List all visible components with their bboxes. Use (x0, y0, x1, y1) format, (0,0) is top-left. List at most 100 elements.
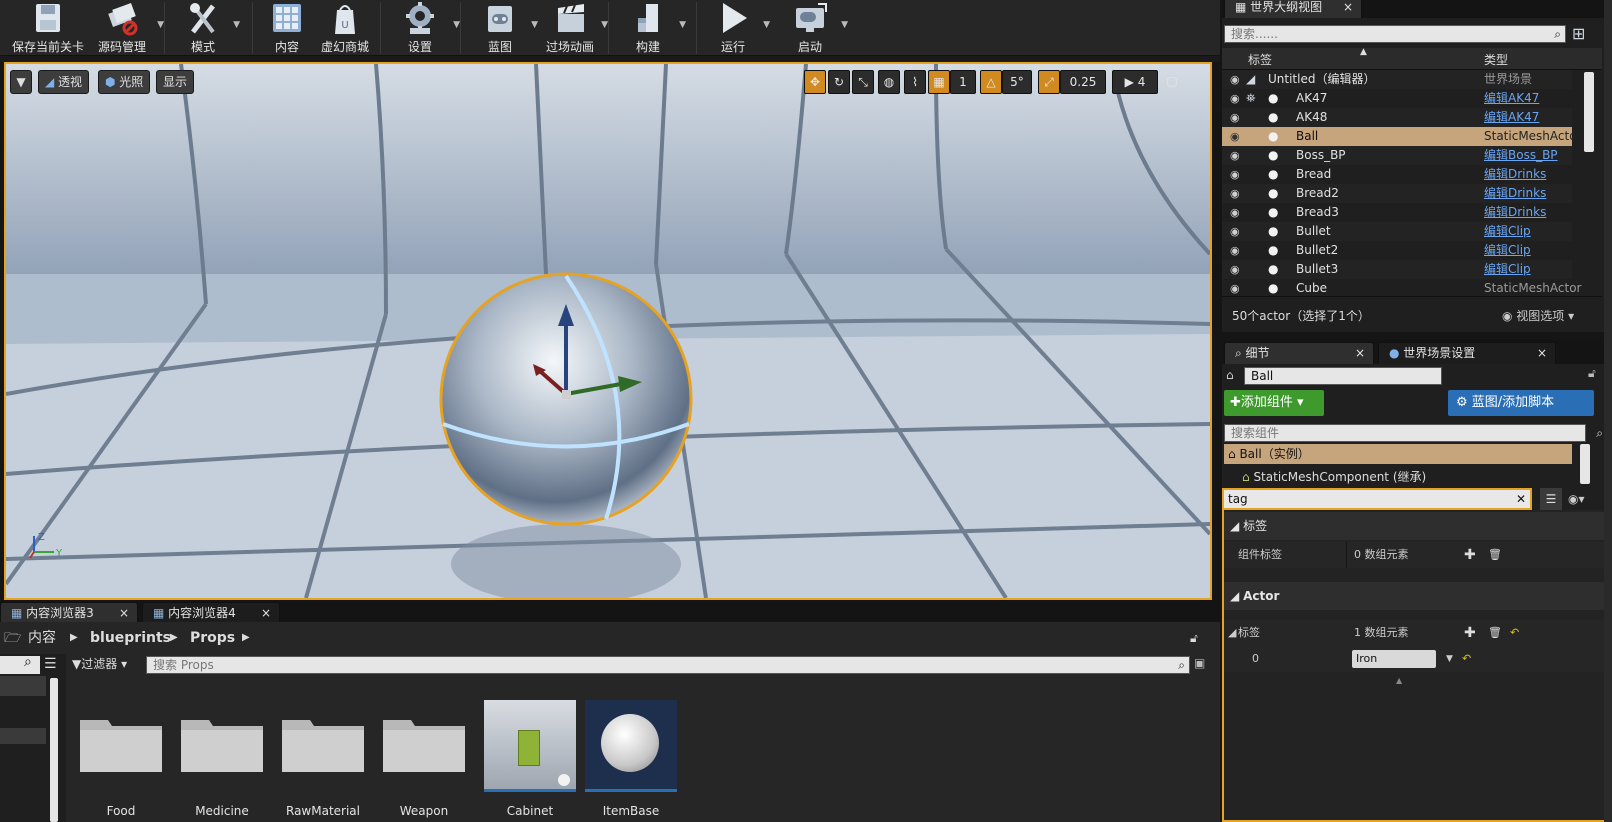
source-control-button[interactable]: 源码管理 ▼ (92, 0, 164, 56)
component-child-row[interactable]: ⌂ StaticMeshComponent (继承) (1242, 468, 1426, 486)
col-type-header[interactable]: 类型 (1484, 51, 1508, 68)
chevron-right-icon[interactable]: ▶ (170, 622, 178, 654)
eye-icon[interactable]: ◉ (1230, 89, 1242, 105)
close-icon[interactable]: × (1343, 0, 1353, 18)
grid-snap-value[interactable]: 1 (950, 70, 976, 94)
chevron-down-icon[interactable]: ▼ (531, 20, 538, 30)
col-label-header[interactable]: 标签 (1248, 51, 1272, 68)
outliner-row[interactable]: ◉ ● Bullet2 编辑Clip (1222, 241, 1572, 260)
edit-blueprint-link[interactable]: 编辑Boss_BP (1484, 146, 1558, 165)
translate-tool-icon[interactable]: ✥ (804, 70, 826, 94)
save-search-icon[interactable]: ▣ (1194, 656, 1205, 670)
list-view-icon[interactable]: ☰ (44, 656, 57, 672)
tab-world-outliner[interactable]: ▦ 世界大纲视图 × (1224, 0, 1362, 18)
maximize-viewport-icon[interactable]: ▢ (1164, 70, 1180, 94)
outliner-scrollbar[interactable] (1584, 72, 1594, 152)
perspective-button[interactable]: ◢ 透视 (38, 70, 90, 94)
edit-blueprint-link[interactable]: 编辑Drinks (1484, 184, 1546, 203)
content-button[interactable]: 内容 (264, 0, 310, 56)
outliner-row[interactable]: ◉ ● Bullet 编辑Clip (1222, 222, 1572, 241)
scale-snap-icon[interactable]: ⤢ (1038, 70, 1060, 94)
level-viewport[interactable]: ▼ ◢ 透视 ⬢ 光照 显示 ✥ ↻ ⤡ ◍ ⌇ ▦ 1 △ 5° ⤢ 0.25… (4, 62, 1212, 600)
breadcrumb-content[interactable]: 内容 (28, 622, 56, 654)
edit-blueprint-link[interactable]: 编辑AK47 (1484, 89, 1539, 108)
surface-snap-icon[interactable]: ⌇ (904, 70, 926, 94)
eye-icon[interactable]: ◉ (1230, 260, 1242, 276)
chevron-right-icon[interactable]: ▶ (242, 622, 250, 654)
edit-blueprint-link[interactable]: 编辑Drinks (1484, 165, 1546, 184)
add-element-icon[interactable]: ✚ (1464, 542, 1476, 568)
blueprints-button[interactable]: 蓝图 ▼ (474, 0, 538, 56)
close-icon[interactable]: × (1355, 343, 1365, 364)
outliner-row[interactable]: ◉ ● Cube StaticMeshActor (1222, 279, 1581, 296)
content-search-input[interactable]: 搜索 Props ⌕ (146, 656, 1190, 674)
collapse-arrow-icon[interactable]: ▲ (1396, 676, 1402, 685)
outliner-row[interactable]: ◉ ● Bread 编辑Drinks (1222, 165, 1572, 184)
tab-details[interactable]: ⌕ 细节 × (1224, 342, 1374, 364)
outliner-row[interactable]: ◉ ● Bread3 编辑Drinks (1222, 203, 1572, 222)
rotate-tool-icon[interactable]: ↻ (828, 70, 850, 94)
asset-itembase[interactable]: ItemBase (585, 700, 677, 822)
property-filter-input[interactable]: tag ✕ (1222, 488, 1532, 510)
eye-icon[interactable]: ◉ (1230, 146, 1242, 162)
lock-icon[interactable]: 🔓︎ (1190, 622, 1198, 654)
outliner-row[interactable]: ◉ ● Bullet3 编辑Clip (1222, 260, 1572, 279)
close-icon[interactable]: × (261, 603, 271, 624)
trash-icon[interactable]: 🗑︎ (1488, 620, 1502, 646)
breadcrumb-props[interactable]: Props (190, 622, 235, 654)
cinematics-button[interactable]: 过场动画 ▼ (544, 0, 608, 56)
reset-to-default-icon[interactable]: ↶ (1462, 646, 1471, 672)
edit-blueprint-link[interactable]: 编辑AK47 (1484, 108, 1539, 127)
add-element-icon[interactable]: ✚ (1464, 620, 1476, 646)
chevron-down-icon[interactable]: ▼ (679, 20, 686, 30)
outliner-row[interactable]: ◉ ◢ ⛯ Untitled（编辑器） 世界场景 (1222, 70, 1572, 105)
eye-icon[interactable]: ◉ (1230, 108, 1242, 124)
outliner-row[interactable]: ◉ ● Ball StaticMeshActor (1222, 127, 1581, 146)
add-component-button[interactable]: ✚添加组件 ▾ (1224, 390, 1324, 416)
show-button[interactable]: 显示 (156, 70, 195, 94)
chevron-down-icon[interactable]: ▼ (453, 20, 460, 30)
actor-name-field[interactable]: Ball (1244, 367, 1442, 385)
reset-to-default-icon[interactable]: ↶ (1510, 620, 1519, 646)
outliner-row[interactable]: ◉ ● Bread2 编辑Drinks (1222, 184, 1572, 203)
chevron-down-icon[interactable]: ▼ (157, 20, 164, 30)
eye-icon[interactable]: ◉ (1230, 203, 1242, 219)
lock-icon[interactable]: 🔓︎ (1588, 366, 1596, 381)
close-icon[interactable]: × (1537, 343, 1547, 364)
asset-food-folder[interactable]: Food (75, 700, 167, 822)
chevron-down-icon[interactable]: ▼ (1446, 646, 1453, 672)
world-coordinate-icon[interactable]: ◍ (878, 70, 900, 94)
asset-rawmaterial-folder[interactable]: RawMaterial (277, 700, 369, 822)
play-button[interactable]: 运行 ▼ (708, 0, 770, 56)
outliner-row[interactable]: ◉ ● Boss_BP 编辑Boss_BP (1222, 146, 1572, 165)
eye-icon[interactable]: ◉ (1230, 222, 1242, 238)
settings-button[interactable]: 设置 ▼ (392, 0, 460, 56)
chevron-right-icon[interactable]: ▶ (70, 622, 78, 654)
clear-filter-icon[interactable]: ✕ (1516, 490, 1526, 508)
camera-speed-button[interactable]: ▶ 4 (1112, 70, 1158, 94)
outliner-search-input[interactable]: 搜索...... ⌕ (1224, 25, 1566, 43)
breadcrumb-blueprints[interactable]: blueprints (90, 622, 171, 654)
chevron-down-icon[interactable]: ▼ (601, 20, 608, 30)
filters-button[interactable]: ▼过滤器 ▾ (72, 654, 142, 674)
tab-content-browser-4[interactable]: ▦ 内容浏览器4 × (142, 602, 280, 624)
source-tree-item[interactable] (0, 676, 46, 696)
edit-blueprint-link[interactable]: 编辑Clip (1484, 260, 1531, 279)
blueprint-add-script-button[interactable]: ⚙ 蓝图/添加脚本 (1448, 390, 1594, 416)
eye-icon[interactable]: ◉ (1230, 279, 1242, 295)
view-options-button[interactable]: ◉ 视图选项 ▾ (1502, 307, 1574, 324)
tab-content-browser-3[interactable]: ▦ 内容浏览器3 × (0, 602, 138, 624)
sources-search-input[interactable] (0, 656, 40, 674)
save-current-level-button[interactable]: 保存当前关卡 (8, 0, 88, 56)
eye-icon[interactable]: ◉ (1230, 241, 1242, 257)
edit-blueprint-link[interactable]: 编辑Drinks (1484, 203, 1546, 222)
section-tags[interactable]: ◢ 标签 (1224, 512, 1609, 540)
eye-icon[interactable]: ◉ (1230, 127, 1242, 143)
scale-snap-value[interactable]: 0.25 (1060, 70, 1106, 94)
property-matrix-icon[interactable]: ☰ (1540, 488, 1562, 510)
rotation-snap-value[interactable]: 5° (1002, 70, 1032, 94)
viewport-options-button[interactable]: ▼ (10, 70, 32, 94)
scale-tool-icon[interactable]: ⤡ (852, 70, 874, 94)
eye-icon[interactable]: ◉ (1230, 184, 1242, 200)
edit-blueprint-link[interactable]: 编辑Clip (1484, 241, 1531, 260)
